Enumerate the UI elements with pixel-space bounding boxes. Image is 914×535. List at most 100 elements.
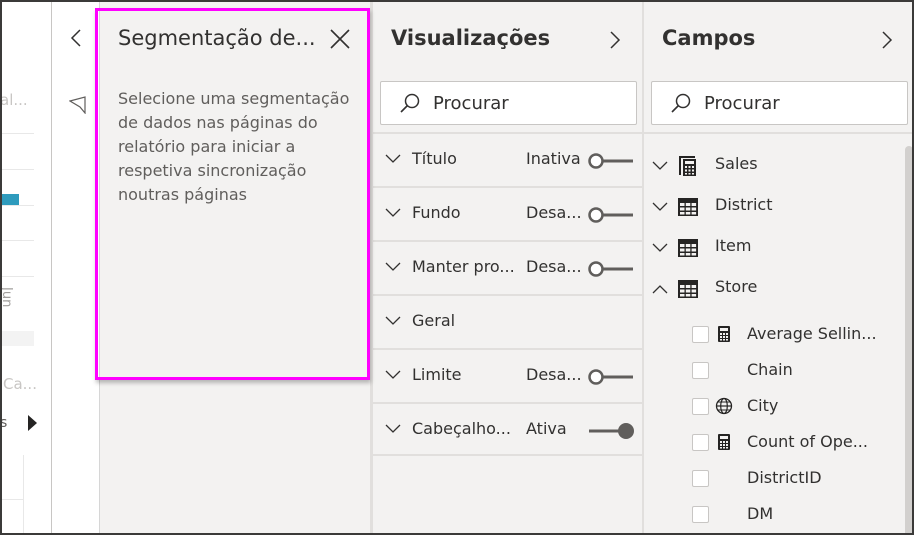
format-section-background[interactable]: Fundo Desa... xyxy=(373,186,643,240)
toggle-off[interactable] xyxy=(587,260,635,278)
chevron-up-icon xyxy=(652,285,668,294)
section-name: Manter pro... xyxy=(412,257,515,276)
chevron-down-icon xyxy=(385,262,401,271)
field-name: Chain xyxy=(747,360,793,379)
collapse-visualizations-button[interactable] xyxy=(608,28,628,52)
format-section-lock-aspect[interactable]: Manter pro... Desa... xyxy=(373,240,643,294)
table-item[interactable]: Item xyxy=(644,232,894,262)
collapse-fields-button[interactable] xyxy=(880,28,900,52)
divider xyxy=(644,132,914,134)
field-count-of-open[interactable]: Count of Ope... xyxy=(692,428,902,458)
field-name: DistrictID xyxy=(747,468,822,487)
gridline xyxy=(0,276,34,277)
field-name: DM xyxy=(747,504,774,523)
search-placeholder: Procurar xyxy=(433,92,509,114)
filters-pane-collapsed: Filtros xyxy=(52,0,136,535)
visualizations-pane: Visualizações Procurar Título Inativa Fu… xyxy=(371,0,643,535)
calculator-icon xyxy=(718,326,730,342)
field-city[interactable]: City xyxy=(692,392,902,422)
canvas-partial-text: s xyxy=(0,415,8,431)
section-name: Geral xyxy=(412,311,456,330)
field-checkbox[interactable] xyxy=(692,434,709,451)
section-state: Desa... xyxy=(526,257,582,276)
search-icon xyxy=(671,93,691,113)
field-checkbox[interactable] xyxy=(692,362,709,379)
expand-filters-button[interactable] xyxy=(66,26,86,50)
fields-title: Campos xyxy=(662,26,756,50)
chevron-down-icon xyxy=(385,154,401,163)
play-icon[interactable] xyxy=(28,415,37,431)
field-checkbox[interactable] xyxy=(692,470,709,487)
toggle-off[interactable] xyxy=(587,368,635,386)
table-sales[interactable]: Sales xyxy=(644,150,894,180)
table-district[interactable]: District xyxy=(644,191,894,221)
chevron-down-icon xyxy=(385,424,401,433)
divider xyxy=(23,455,24,535)
section-state: Inativa xyxy=(526,149,581,168)
toggle-off[interactable] xyxy=(587,206,635,224)
format-sections-list: Título Inativa Fundo Desa... Manter pro.… xyxy=(373,132,643,456)
chevron-right-icon xyxy=(882,31,893,49)
fields-pane: Campos Procurar Sales District Item Stor… xyxy=(643,0,914,535)
calculator-icon xyxy=(718,434,730,450)
field-checkbox[interactable] xyxy=(692,506,709,523)
field-checkbox[interactable] xyxy=(692,398,709,415)
field-dm[interactable]: DM xyxy=(692,500,902,530)
format-section-header[interactable]: Cabeçalho... Ativa xyxy=(373,402,643,456)
format-section-title[interactable]: Título Inativa xyxy=(373,132,643,186)
fields-scrollbar[interactable] xyxy=(905,146,913,535)
globe-icon xyxy=(715,397,733,415)
report-canvas[interactable]: al... Jun Ca... s xyxy=(0,0,52,535)
visualizations-search-input[interactable]: Procurar xyxy=(380,81,637,125)
format-section-general[interactable]: Geral xyxy=(373,294,643,348)
close-sync-slicers-button[interactable] xyxy=(328,27,352,51)
field-average-selling[interactable]: Average Sellin... xyxy=(692,320,902,350)
table-icon xyxy=(678,280,698,298)
chevron-left-icon xyxy=(70,29,81,47)
table-name: Store xyxy=(715,277,758,296)
section-name: Fundo xyxy=(412,203,461,222)
table-name: Item xyxy=(715,236,752,255)
sync-slicers-description: Selecione uma segmentação de dados nas p… xyxy=(118,89,350,204)
gridline xyxy=(0,169,34,170)
sync-slicers-pane: Segmentação de... Selecione uma segmenta… xyxy=(100,0,371,535)
section-name: Cabeçalho... xyxy=(412,419,511,438)
sync-slicers-title: Segmentação de... xyxy=(118,26,316,50)
field-name: Average Sellin... xyxy=(747,324,877,343)
gridline xyxy=(0,205,34,206)
table-name: Sales xyxy=(715,154,758,173)
search-placeholder: Procurar xyxy=(704,92,780,114)
chevron-down-icon xyxy=(385,208,401,217)
table-icon xyxy=(678,198,698,216)
chevron-down-icon xyxy=(652,243,668,252)
field-districtid[interactable]: DistrictID xyxy=(692,464,902,494)
chevron-right-icon xyxy=(610,31,621,49)
table-name: District xyxy=(715,195,773,214)
close-icon xyxy=(330,29,350,49)
gridline xyxy=(0,240,34,241)
search-icon xyxy=(400,93,420,113)
section-state: Desa... xyxy=(526,203,582,222)
table-icon xyxy=(678,239,698,257)
field-name: Count of Ope... xyxy=(747,432,868,451)
field-name: City xyxy=(747,396,779,415)
field-chain[interactable]: Chain xyxy=(692,356,902,386)
section-name: Limite xyxy=(412,365,462,384)
toggle-off[interactable] xyxy=(587,152,635,170)
toggle-on[interactable] xyxy=(587,422,635,440)
canvas-truncated-label: Ca... xyxy=(3,375,37,393)
chevron-down-icon xyxy=(385,370,401,379)
table-store[interactable]: Store xyxy=(644,273,894,303)
gridline xyxy=(0,133,34,134)
canvas-shaded-band xyxy=(0,331,34,346)
section-name: Título xyxy=(412,149,457,168)
chevron-down-icon xyxy=(652,202,668,211)
field-checkbox[interactable] xyxy=(692,326,709,343)
section-state: Ativa xyxy=(526,419,567,438)
canvas-truncated-label: al... xyxy=(0,91,28,109)
chevron-down-icon xyxy=(652,161,668,170)
divider xyxy=(0,499,23,500)
fields-search-input[interactable]: Procurar xyxy=(651,81,908,125)
format-section-border[interactable]: Limite Desa... xyxy=(373,348,643,402)
visualizations-title: Visualizações xyxy=(391,26,551,50)
